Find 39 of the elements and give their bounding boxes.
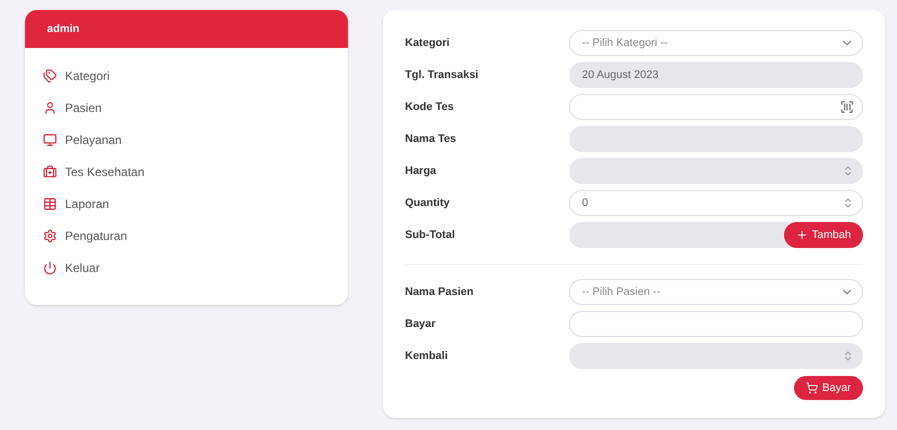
- pay-button[interactable]: Bayar: [794, 376, 863, 400]
- plus-icon: [796, 229, 808, 241]
- field-label: Nama Pasien: [404, 284, 474, 300]
- monitor-icon: [43, 133, 57, 147]
- sidebar-item[interactable]: Pengaturan: [43, 226, 348, 246]
- input-field[interactable]: 0: [569, 190, 863, 216]
- field-label: Sub-Total: [404, 228, 456, 243]
- sidebar-title: admin: [47, 22, 80, 37]
- field-label: Bayar: [404, 316, 437, 332]
- field-label: Kembali: [404, 348, 449, 364]
- placeholder-text: -- Pilih Pasien --: [582, 284, 660, 300]
- field-value: 20 August 2023: [582, 68, 658, 83]
- select-field[interactable]: -- Pilih Pasien --: [569, 279, 863, 305]
- sidebar-item[interactable]: Keluar: [43, 258, 348, 278]
- field-label: Tgl. Transaksi: [404, 68, 480, 83]
- field-label: Nama Tes: [404, 132, 458, 147]
- field-label: Quantity: [404, 196, 451, 211]
- placeholder-text: -- Pilih Kategori --: [582, 36, 668, 51]
- field-label: Kategori: [404, 36, 451, 51]
- sidebar-item[interactable]: Pasien: [43, 98, 348, 118]
- sidebar-item[interactable]: Tes Kesehatan: [43, 162, 348, 182]
- select-field[interactable]: -- Pilih Kategori --: [569, 30, 863, 56]
- field-value: 0: [582, 196, 588, 211]
- table-icon: [43, 197, 57, 211]
- spinner-icon: [842, 197, 854, 209]
- briefcase-icon: [43, 165, 57, 179]
- sidebar-item[interactable]: Kategori: [43, 66, 348, 86]
- sidebar-item[interactable]: Pelayanan: [43, 130, 348, 150]
- cart-icon: [806, 382, 818, 394]
- sidebar-item[interactable]: Laporan: [43, 194, 348, 214]
- tags-icon: [43, 69, 57, 83]
- field-label: Harga: [404, 164, 438, 179]
- spinner-icon: [842, 350, 854, 362]
- settings-icon: [43, 229, 57, 243]
- field-label: Kode Tes: [404, 100, 455, 115]
- scan-icon: [840, 100, 854, 114]
- user-icon: [43, 101, 57, 115]
- power-icon: [43, 261, 57, 275]
- spinner-icon: [842, 165, 854, 177]
